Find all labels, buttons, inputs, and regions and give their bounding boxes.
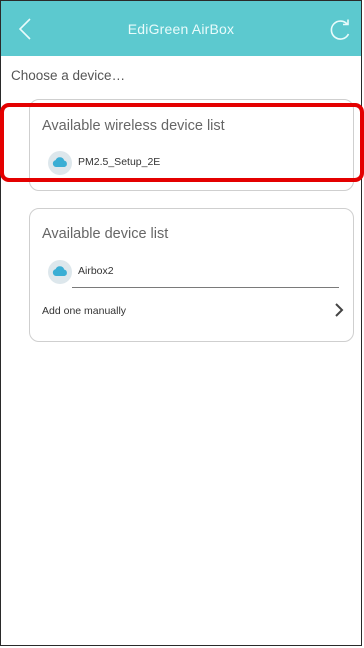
- wireless-device-card: Available wireless device list PM2.5_Set…: [29, 99, 354, 191]
- app-screen: EdiGreen AirBox Choose a device… Availab…: [0, 0, 362, 646]
- cloud-icon: [48, 151, 72, 175]
- refresh-icon[interactable]: [327, 17, 353, 43]
- device-list-card: Available device list Airbox2 Add one ma…: [29, 208, 354, 342]
- wireless-list-title: Available wireless device list: [42, 118, 225, 134]
- app-title: EdiGreen AirBox: [127, 21, 235, 37]
- cloud-icon: [48, 260, 72, 284]
- device-list-title: Available device list: [42, 226, 169, 242]
- wireless-device-label: PM2.5_Setup_2E: [78, 156, 161, 168]
- app-header: EdiGreen AirBox: [1, 1, 361, 56]
- device-label: Airbox2: [78, 265, 114, 277]
- add-manually-button[interactable]: Add one manually: [30, 297, 353, 323]
- page-subtitle: Choose a device…: [11, 68, 126, 83]
- device-item[interactable]: Airbox2: [48, 259, 339, 285]
- wireless-device-item[interactable]: PM2.5_Setup_2E: [48, 150, 339, 176]
- divider: [72, 287, 339, 288]
- add-manually-label: Add one manually: [42, 305, 127, 317]
- chevron-right-icon: [333, 302, 345, 323]
